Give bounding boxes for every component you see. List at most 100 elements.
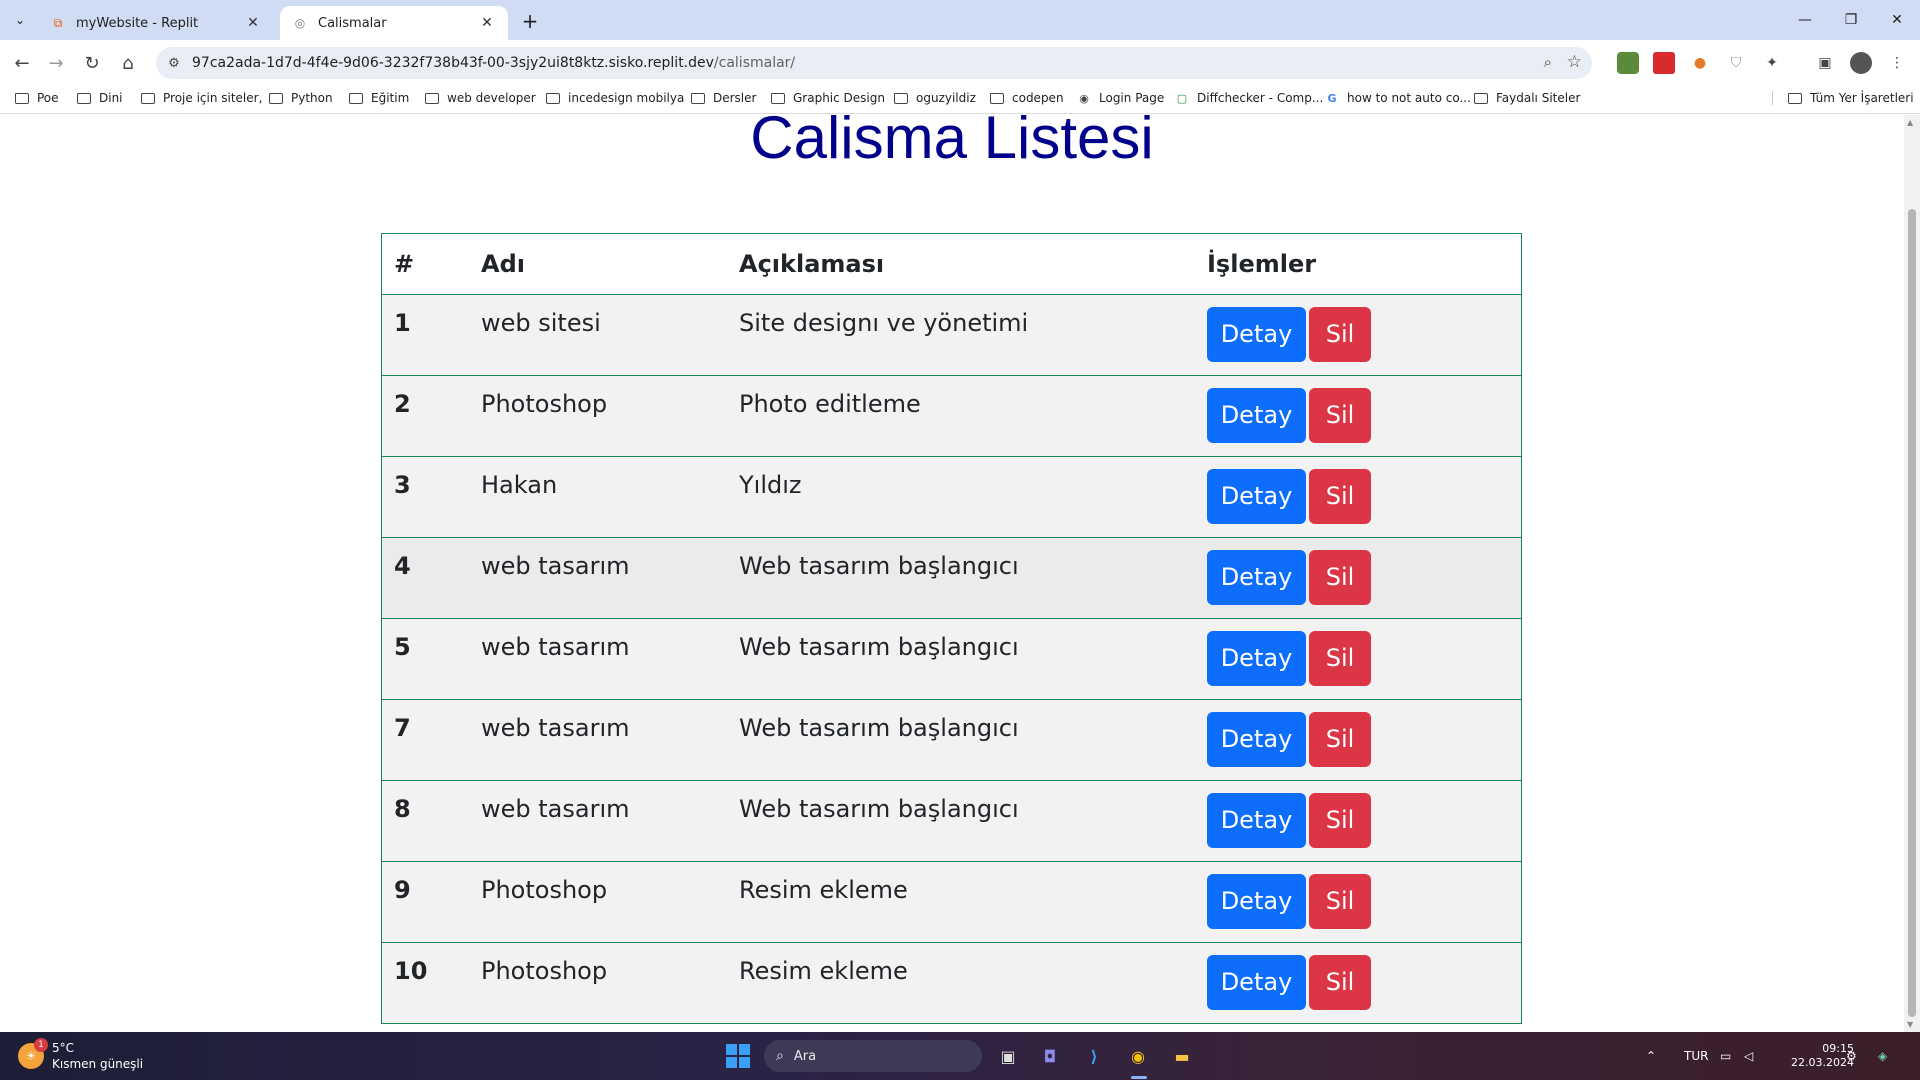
notification-bell-icon[interactable]: ⚙ (1846, 1032, 1857, 1080)
column-header-name: Adı (469, 234, 727, 295)
bookmark-item[interactable]: web developer (424, 91, 536, 105)
shield-icon[interactable]: ⛉ (1725, 52, 1747, 74)
extensions-puzzle-icon[interactable]: ✦ (1761, 52, 1783, 74)
bookmark-item[interactable]: oguzyildiz (893, 91, 976, 105)
close-window-icon[interactable]: ✕ (1874, 0, 1920, 40)
start-button-windows-icon[interactable] (726, 1044, 750, 1068)
scroll-up-icon[interactable]: ▲ (1907, 118, 1913, 127)
delete-button[interactable]: Sil (1309, 630, 1371, 686)
bookmark-label: Login Page (1099, 91, 1165, 105)
vscode-icon[interactable]: ⟩ (1080, 1042, 1108, 1070)
bookmark-item[interactable]: ◉ Login Page (1076, 91, 1164, 105)
bookmark-item[interactable]: Poe (14, 91, 59, 105)
network-icon[interactable]: ▭ (1720, 1032, 1731, 1080)
profile-avatar[interactable] (1850, 52, 1872, 74)
taskbar-clock[interactable]: 09:15 22.03.2024 (1791, 1042, 1854, 1070)
delete-button[interactable]: Sil (1309, 792, 1371, 848)
page-title: Calisma Listesi (750, 115, 1154, 171)
extension-icon[interactable]: ● (1689, 52, 1711, 74)
bookmark-label: Tüm Yer İşaretleri (1810, 91, 1914, 105)
row-id: 8 (382, 780, 469, 862)
bookmark-star-icon[interactable]: ☆ (1567, 52, 1582, 72)
detail-button[interactable]: Detay (1207, 954, 1306, 1010)
all-bookmarks-button[interactable]: Tüm Yer İşaretleri (1772, 91, 1914, 105)
detail-button[interactable]: Detay (1207, 792, 1306, 848)
row-name: Photoshop (481, 956, 608, 985)
zoom-icon[interactable]: ⌕ (1544, 53, 1552, 71)
delete-button[interactable]: Sil (1309, 468, 1371, 524)
language-indicator[interactable]: TUR (1684, 1032, 1708, 1080)
detail-button[interactable]: Detay (1207, 468, 1306, 524)
weather-description: Kısmen güneşli (52, 1057, 144, 1071)
new-tab-button[interactable]: + (518, 9, 542, 33)
bookmark-label: web developer (447, 91, 536, 105)
delete-button[interactable]: Sil (1309, 711, 1371, 767)
detail-button[interactable]: Detay (1207, 387, 1306, 443)
table-row: 1 web sitesi Site designı ve yönetimi De… (382, 294, 1521, 376)
tab-close-icon[interactable]: ✕ (244, 14, 262, 32)
copilot-icon[interactable]: ◈ (1878, 1032, 1887, 1080)
bookmark-label: codepen (1012, 91, 1064, 105)
volume-icon[interactable]: ◁ (1744, 1032, 1753, 1080)
detail-button[interactable]: Detay (1207, 873, 1306, 929)
detail-button[interactable]: Detay (1207, 711, 1306, 767)
bookmark-label: Graphic Design (793, 91, 885, 105)
bookmark-item[interactable]: Proje için siteler, (140, 91, 262, 105)
delete-button[interactable]: Sil (1309, 954, 1371, 1010)
weather-temperature: 5°C (52, 1041, 75, 1055)
extension-icon[interactable] (1653, 52, 1675, 74)
row-id: 9 (382, 861, 469, 943)
home-icon[interactable]: ⌂ (114, 49, 142, 77)
bookmark-item[interactable]: Ghow to not auto co... (1324, 91, 1470, 105)
delete-button[interactable]: Sil (1309, 549, 1371, 605)
bookmark-label: Diffchecker - Comp... (1197, 91, 1324, 105)
detail-button[interactable]: Detay (1207, 549, 1306, 605)
folder-icon (690, 91, 706, 105)
address-bar[interactable]: ⚙ 97ca2ada-1d7d-4f4e-9d06-3232f738b43f-0… (156, 47, 1592, 79)
row-name: web tasarım (469, 618, 727, 700)
bookmark-item[interactable]: Dersler (690, 91, 756, 105)
restore-icon[interactable]: ❐ (1828, 0, 1874, 40)
site-info-icon[interactable]: ⚙ (156, 56, 192, 71)
bookmark-item[interactable]: Dini (76, 91, 123, 105)
detail-button[interactable]: Detay (1207, 306, 1306, 362)
tab-mywebsite-replit[interactable]: ⧉ myWebsite - Replit ✕ (38, 6, 274, 40)
forward-icon[interactable]: → (42, 49, 70, 77)
taskbar-search[interactable]: ⌕ Ara (764, 1040, 982, 1072)
tab-calismalar[interactable]: ◎ Calismalar ✕ (280, 6, 508, 40)
delete-button[interactable]: Sil (1309, 873, 1371, 929)
tab-close-icon[interactable]: ✕ (478, 14, 496, 32)
tab-title: Calismalar (318, 15, 387, 31)
tab-search-button[interactable]: ⌄ (8, 8, 32, 32)
page-scrollbar[interactable]: ▲ ▼ (1904, 115, 1920, 1032)
scroll-down-icon[interactable]: ▼ (1907, 1020, 1913, 1029)
delete-button[interactable]: Sil (1309, 306, 1371, 362)
row-actions: Detay Sil (1195, 294, 1521, 376)
search-placeholder: Ara (793, 1048, 817, 1064)
bookmark-item[interactable]: Faydalı Siteler (1473, 91, 1580, 105)
bookmark-item[interactable]: incedesign mobilya (545, 91, 684, 105)
scrollbar-thumb[interactable] (1908, 209, 1916, 1017)
weather-widget[interactable]: ☀ 1 5°C Kısmen güneşli (18, 1038, 144, 1072)
chrome-icon[interactable]: ◉ (1124, 1042, 1152, 1070)
delete-button[interactable]: Sil (1309, 387, 1371, 443)
bookmark-item[interactable]: Python (268, 91, 333, 105)
globe-icon: ◉ (1079, 91, 1089, 105)
reload-icon[interactable]: ↻ (78, 49, 106, 77)
back-icon[interactable]: ← (8, 49, 36, 77)
teams-chat-icon[interactable]: ◘ (1036, 1042, 1064, 1070)
detail-button[interactable]: Detay (1207, 630, 1306, 686)
bookmark-item[interactable]: codepen (989, 91, 1064, 105)
menu-kebab-icon[interactable]: ⋮ (1886, 52, 1908, 74)
extension-icon[interactable] (1617, 52, 1639, 74)
minimize-icon[interactable]: — (1782, 0, 1828, 40)
bookmark-item[interactable]: Graphic Design (770, 91, 885, 105)
notification-badge: 1 (34, 1038, 48, 1052)
task-view-icon[interactable]: ▣ (994, 1042, 1022, 1070)
bookmark-item[interactable]: ▢ Diffchecker - Comp... (1174, 91, 1324, 105)
search-icon: ⌕ (776, 1048, 784, 1064)
side-panel-icon[interactable]: ▣ (1814, 52, 1836, 74)
tray-overflow-chevron-icon[interactable]: ⌃ (1646, 1032, 1656, 1080)
bookmark-item[interactable]: Eğitim (348, 91, 409, 105)
file-explorer-icon[interactable]: ▬ (1168, 1042, 1196, 1070)
